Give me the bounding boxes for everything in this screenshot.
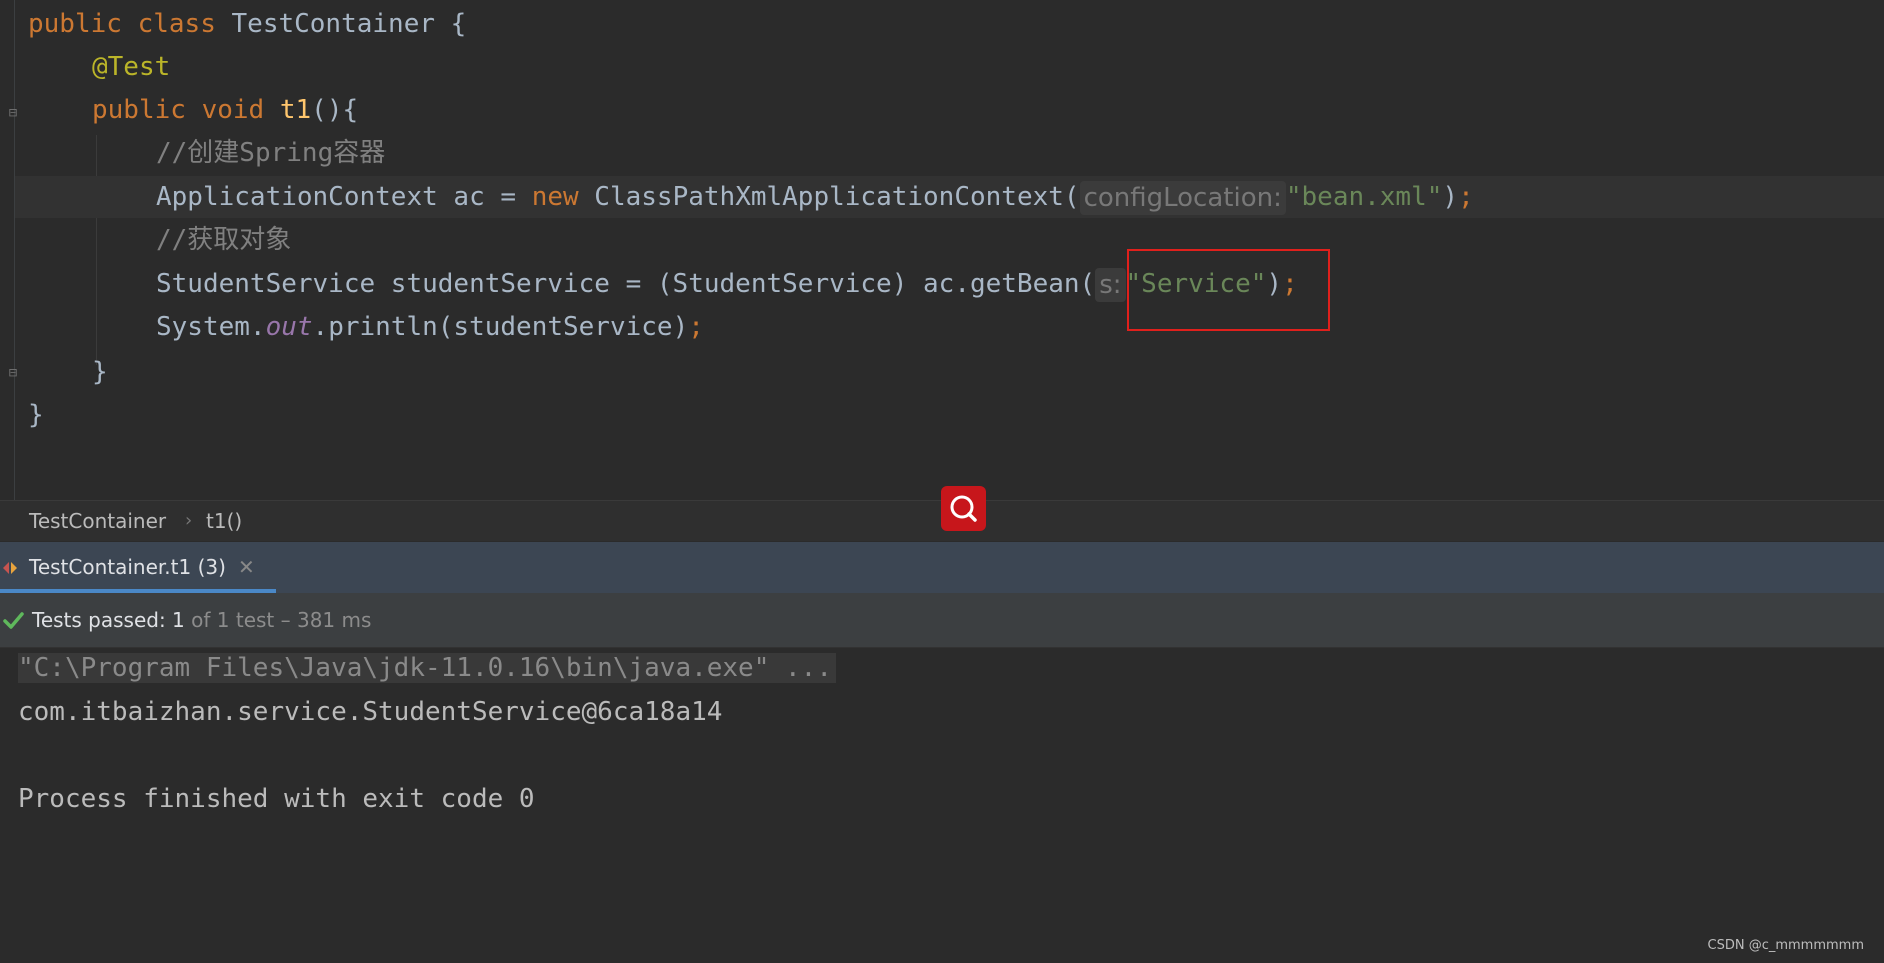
closing-brace: } xyxy=(92,357,108,387)
comment: //创建Spring容器 xyxy=(156,138,386,168)
keyword: void xyxy=(201,95,265,125)
run-tab[interactable]: TestContainer.t1 (3) ✕ xyxy=(0,542,276,593)
closing-brace: } xyxy=(28,400,44,430)
breadcrumb-method[interactable]: t1() xyxy=(206,501,242,541)
semicolon: ; xyxy=(688,312,704,342)
code-text: ClassPathXmlApplicationContext( xyxy=(578,182,1080,212)
code-text: ApplicationContext ac = xyxy=(156,182,532,212)
run-tab-bar: TestContainer.t1 (3) ✕ xyxy=(0,542,1884,593)
fold-marker-icon[interactable]: ⊟ xyxy=(6,104,20,122)
console-line-output: com.itbaizhan.service.StudentService@6ca… xyxy=(18,697,723,727)
code-line-8[interactable]: System.out.println(studentService); xyxy=(156,307,704,347)
java-command[interactable]: "C:\Program Files\Java\jdk-11.0.16\bin\j… xyxy=(18,653,836,683)
code-line-1[interactable]: public class TestContainer { xyxy=(28,4,466,44)
keyword: new xyxy=(531,182,579,212)
fold-marker-icon[interactable]: ⊟ xyxy=(6,364,20,382)
parameter-hint: s: xyxy=(1095,267,1126,302)
close-icon[interactable]: ✕ xyxy=(238,542,255,593)
console-line-exit: Process finished with exit code 0 xyxy=(18,784,535,814)
code-line-5[interactable]: ApplicationContext ac = new ClassPathXml… xyxy=(156,177,1474,217)
keyword: public xyxy=(92,95,186,125)
string-literal: "bean.xml" xyxy=(1285,182,1443,212)
tests-summary: of 1 test – 381 ms xyxy=(191,608,372,632)
parameter-hint: configLocation: xyxy=(1079,180,1286,215)
keyword: class xyxy=(137,9,216,39)
code-line-6[interactable]: //获取对象 xyxy=(156,220,291,260)
tests-passed-label: Tests passed: 1 xyxy=(32,608,185,632)
method-name: t1 xyxy=(279,95,312,125)
breadcrumb-class[interactable]: TestContainer xyxy=(29,501,166,541)
editor-gutter xyxy=(14,0,15,500)
run-tab-label: TestContainer.t1 (3) xyxy=(29,555,226,579)
code-line-10[interactable]: } xyxy=(28,395,44,435)
check-icon xyxy=(3,612,24,629)
code-line-3[interactable]: public void t1(){ xyxy=(92,90,358,130)
console-line-command: "C:\Program Files\Java\jdk-11.0.16\bin\j… xyxy=(18,648,836,688)
run-tab-icon xyxy=(3,562,17,574)
code-text: .println(studentService) xyxy=(312,312,689,342)
search-fab-icon[interactable] xyxy=(941,486,986,531)
watermark: CSDN @c_mmmmmmm xyxy=(1707,938,1865,953)
semicolon: ; xyxy=(1458,182,1474,212)
keyword: public xyxy=(28,9,122,39)
method-params: (){ xyxy=(311,95,359,125)
code-line-2[interactable]: @Test xyxy=(92,47,170,87)
code-line-4[interactable]: //创建Spring容器 xyxy=(156,133,385,173)
code-text: StudentService studentService = (Student… xyxy=(156,269,1096,299)
code-line-9[interactable]: } xyxy=(92,352,108,392)
comment: //获取对象 xyxy=(156,225,292,255)
static-field: out xyxy=(265,312,313,342)
test-status-bar: Tests passed: 1 of 1 test – 381 ms xyxy=(0,593,1884,648)
class-declaration: TestContainer { xyxy=(215,9,467,39)
annotation: @Test xyxy=(92,52,171,82)
test-status-text: Tests passed: 1 of 1 test – 381 ms xyxy=(32,593,371,647)
code-editor[interactable]: ⊟ ⊟ public class TestContainer { @Test p… xyxy=(0,0,1884,500)
breadcrumb-separator: › xyxy=(185,510,193,531)
code-text: System. xyxy=(156,312,266,342)
code-text: ) xyxy=(1442,182,1459,212)
indent-guide xyxy=(96,135,97,365)
highlight-box xyxy=(1127,249,1330,331)
console-output[interactable]: "C:\Program Files\Java\jdk-11.0.16\bin\j… xyxy=(0,648,1884,963)
